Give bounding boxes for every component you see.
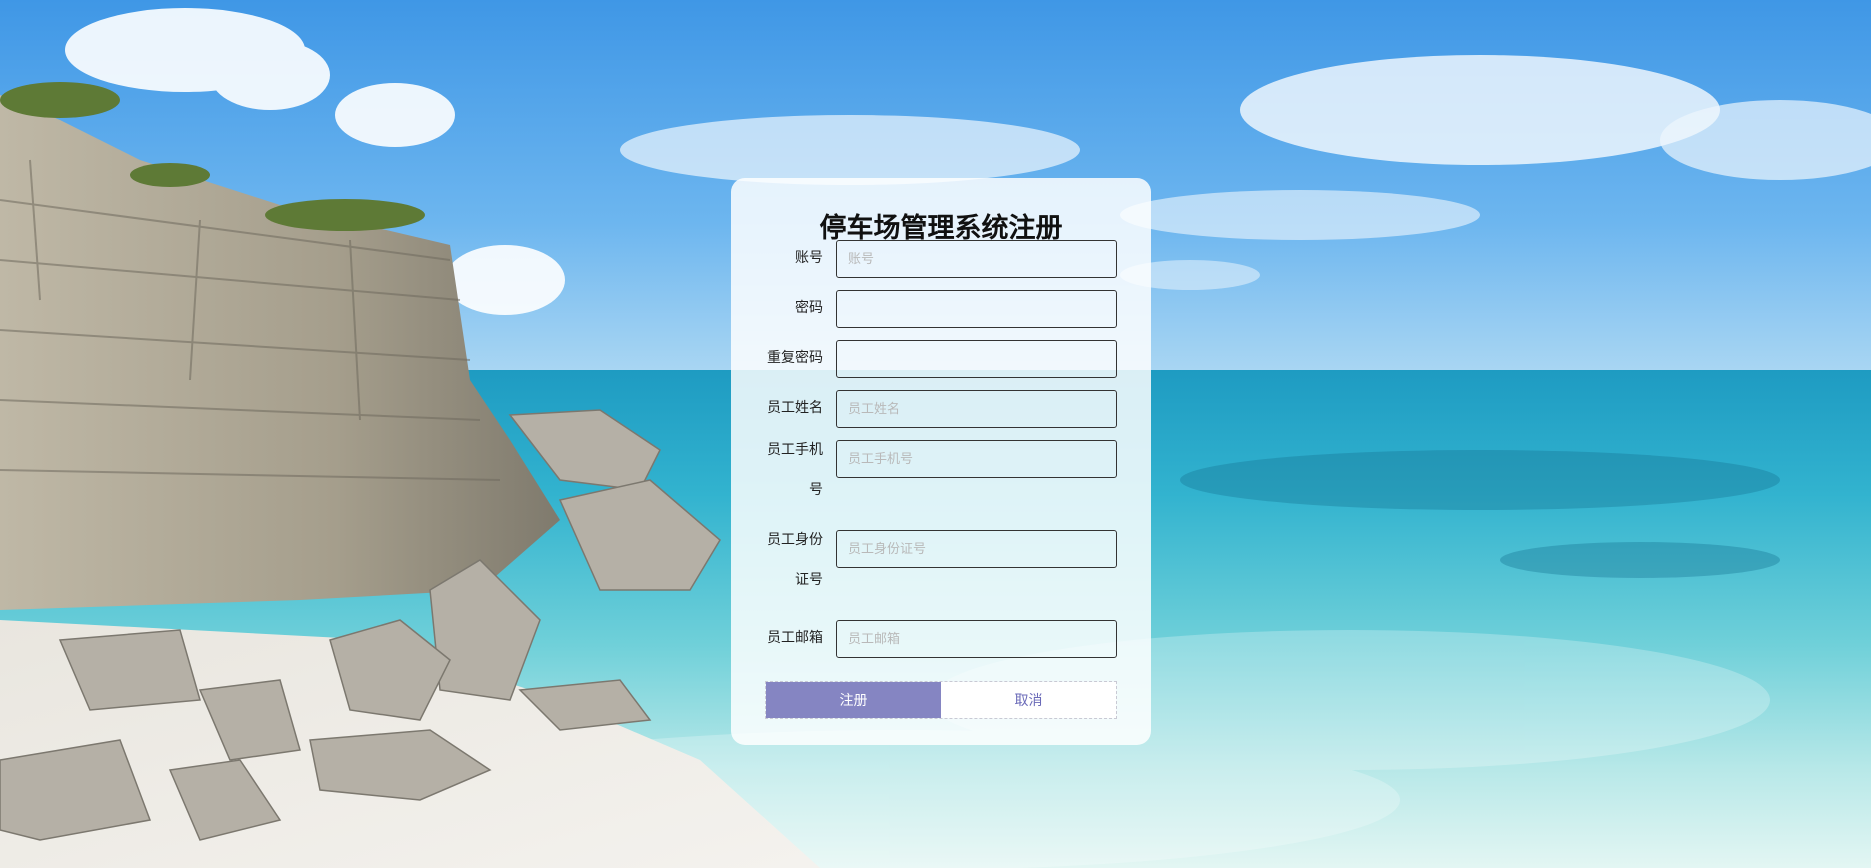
- employee-phone-label: 员工手机号: [767, 442, 823, 498]
- employee-id-label: 员工身份证号: [767, 532, 823, 588]
- password-label: 密码: [795, 300, 823, 316]
- employee-phone-input[interactable]: [836, 440, 1117, 478]
- account-input[interactable]: [836, 240, 1117, 278]
- password-input[interactable]: [836, 290, 1117, 328]
- employee-email-input[interactable]: [836, 620, 1117, 658]
- repeat-password-label: 重复密码: [767, 350, 823, 366]
- register-button[interactable]: 注册: [766, 682, 941, 718]
- button-row: 注册 取消: [765, 681, 1117, 719]
- employee-id-input[interactable]: [836, 530, 1117, 568]
- register-card: 停车场管理系统注册 账号 密码 重复密码 员工姓名 员工手机号 员工身份证号 员…: [731, 178, 1151, 745]
- employee-email-label: 员工邮箱: [767, 630, 823, 646]
- cancel-button[interactable]: 取消: [941, 682, 1116, 718]
- repeat-password-input[interactable]: [836, 340, 1117, 378]
- employee-name-label: 员工姓名: [767, 400, 823, 416]
- employee-name-input[interactable]: [836, 390, 1117, 428]
- account-label: 账号: [795, 250, 823, 266]
